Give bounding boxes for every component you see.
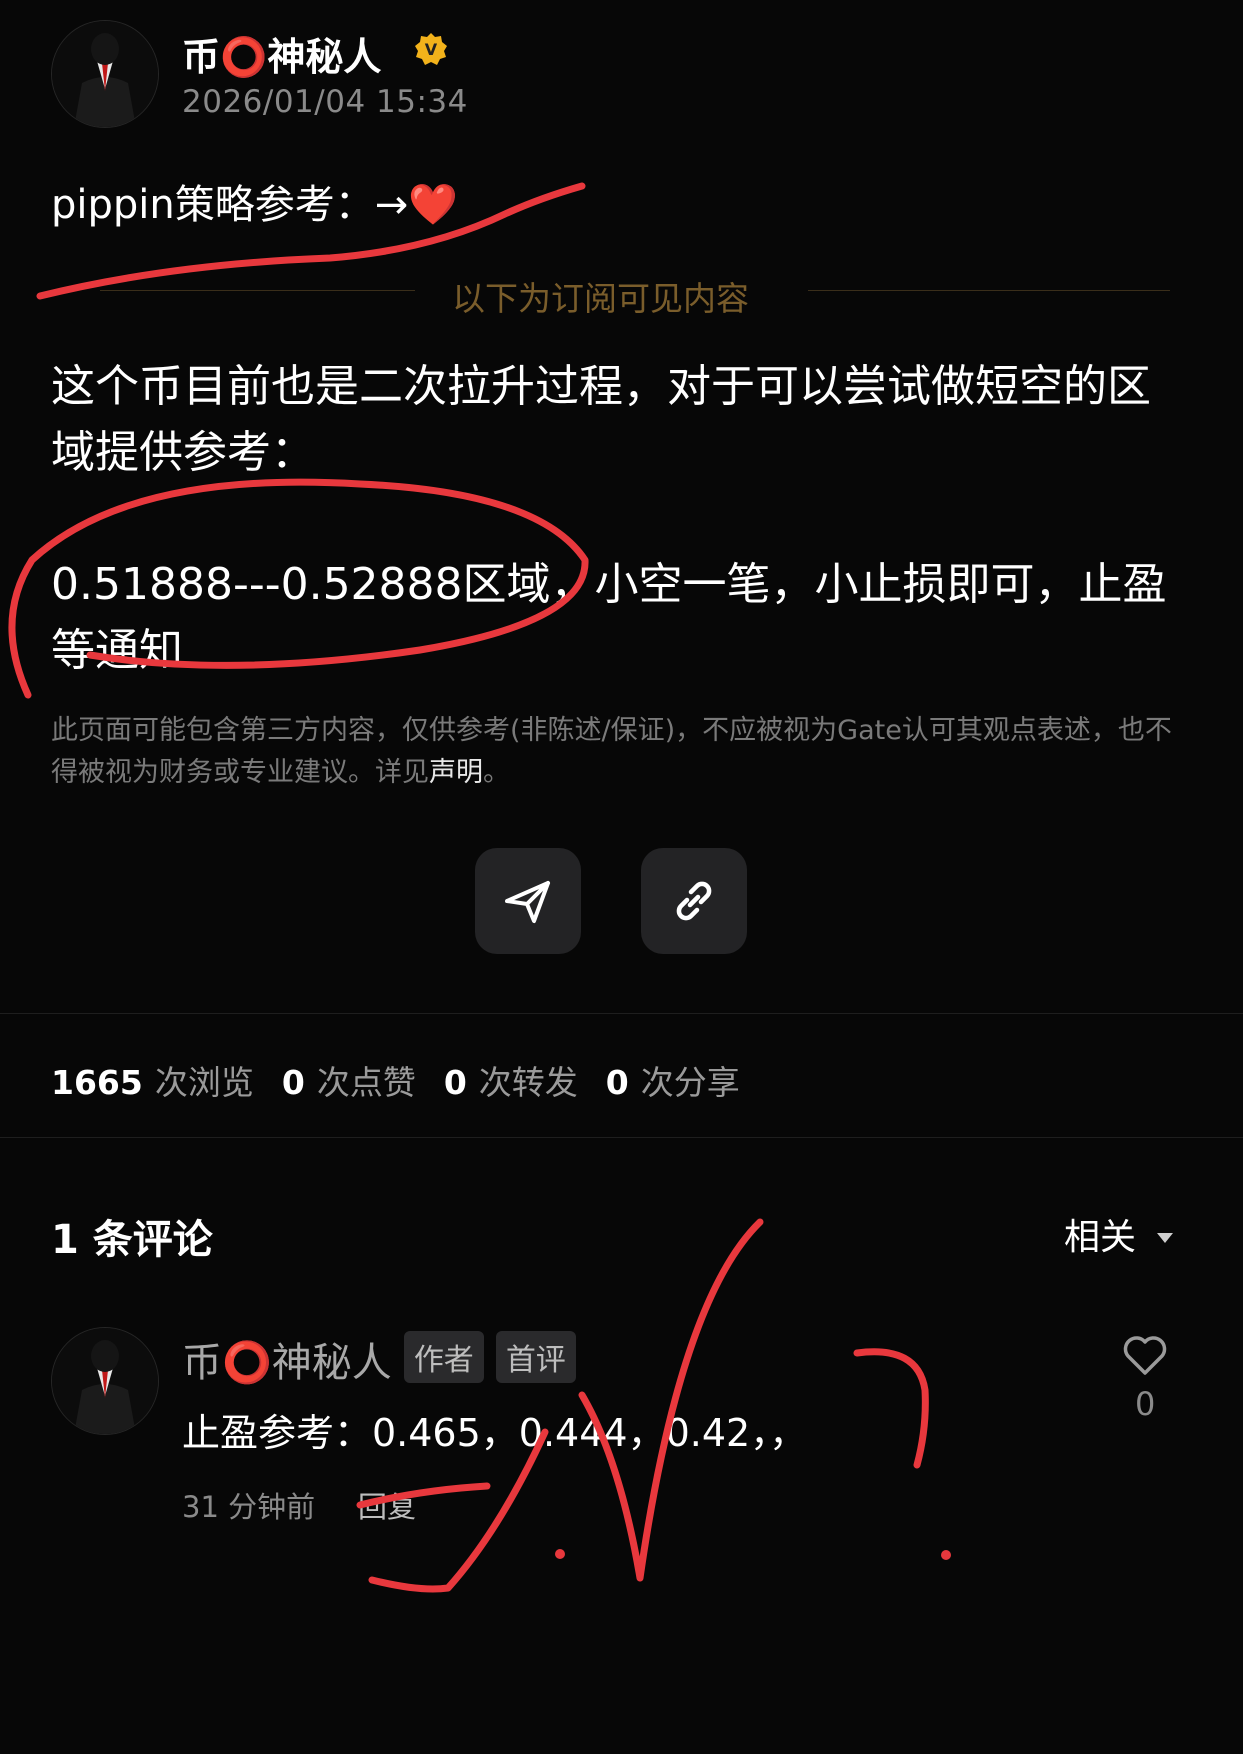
post-timestamp: 2026/01/04 15:34 xyxy=(182,84,468,120)
annotation-dot xyxy=(941,1550,951,1560)
annotation-hook xyxy=(853,1348,929,1469)
verified-badge-icon: V xyxy=(414,32,448,66)
comment-time: 31 分钟前 xyxy=(182,1490,316,1524)
disclaimer-link[interactable]: 声明 xyxy=(429,757,483,788)
post-body-paragraph-2: 0.51888---0.52888区域，小空一笔，小止损即可，止盈等通知 xyxy=(51,559,1167,676)
post-stats: 1665 次浏览 0 次点赞 0 次转发 0 次分享 xyxy=(51,1056,768,1104)
comment-header: 币⭕神秘人 作者 首评 xyxy=(182,1330,576,1388)
shares-count: 0 xyxy=(605,1063,629,1102)
disclaimer-text: 此页面可能包含第三方内容，仅供参考(非陈述/保证)，不应被视为Gate认可其观点… xyxy=(51,715,1172,788)
send-icon xyxy=(505,881,550,923)
share-button[interactable] xyxy=(475,848,581,954)
likes-label: 次点赞 xyxy=(316,1063,416,1102)
comment-text: 止盈参考：0.465，0.444，0.42，， xyxy=(182,1411,808,1455)
views-label: 次浏览 xyxy=(154,1063,254,1102)
link-icon xyxy=(676,881,712,921)
post-title: pippin策略参考：→❤️ xyxy=(51,182,459,228)
sort-label: 相关 xyxy=(1064,1217,1137,1258)
disclaimer: 此页面可能包含第三方内容，仅供参考(非陈述/保证)，不应被视为Gate认可其观点… xyxy=(51,710,1181,794)
commenter-name[interactable]: 币⭕神秘人 xyxy=(182,1340,392,1386)
first-comment-tag: 首评 xyxy=(495,1331,576,1383)
author-name[interactable]: 币⭕神秘人 xyxy=(182,26,381,81)
author-tag: 作者 xyxy=(403,1331,484,1383)
comments-title: 1 条评论 xyxy=(51,1217,213,1263)
subscriber-content-divider: 以下为订阅可见内容 xyxy=(452,279,749,318)
reposts-label: 次转发 xyxy=(478,1063,578,1102)
post-body-paragraph-1: 这个币目前也是二次拉升过程，对于可以尝试做短空的区域提供参考： xyxy=(51,361,1151,478)
reply-button[interactable]: 回复 xyxy=(358,1484,416,1526)
reposts-count: 0 xyxy=(443,1063,467,1102)
divider-line-right xyxy=(808,290,1170,291)
comment-like-button[interactable] xyxy=(1121,1333,1169,1381)
separator xyxy=(0,1013,1243,1014)
author-avatar[interactable] xyxy=(51,20,159,128)
views-count: 1665 xyxy=(51,1063,143,1102)
disclaimer-end: 。 xyxy=(483,757,510,788)
caret-down-icon xyxy=(1157,1233,1174,1243)
likes-count: 0 xyxy=(281,1063,305,1102)
comment-like-count: 0 xyxy=(1135,1385,1156,1423)
shares-label: 次分享 xyxy=(640,1063,740,1102)
comment-sort-dropdown[interactable]: 相关 xyxy=(1064,1208,1175,1260)
verified-badge-letter: V xyxy=(425,40,438,59)
divider-line-left xyxy=(100,290,415,291)
heart-icon xyxy=(1123,1336,1167,1375)
copy-link-button[interactable] xyxy=(641,848,747,954)
separator xyxy=(0,1137,1243,1138)
annotation-dot xyxy=(555,1549,565,1559)
commenter-avatar[interactable] xyxy=(51,1327,159,1435)
